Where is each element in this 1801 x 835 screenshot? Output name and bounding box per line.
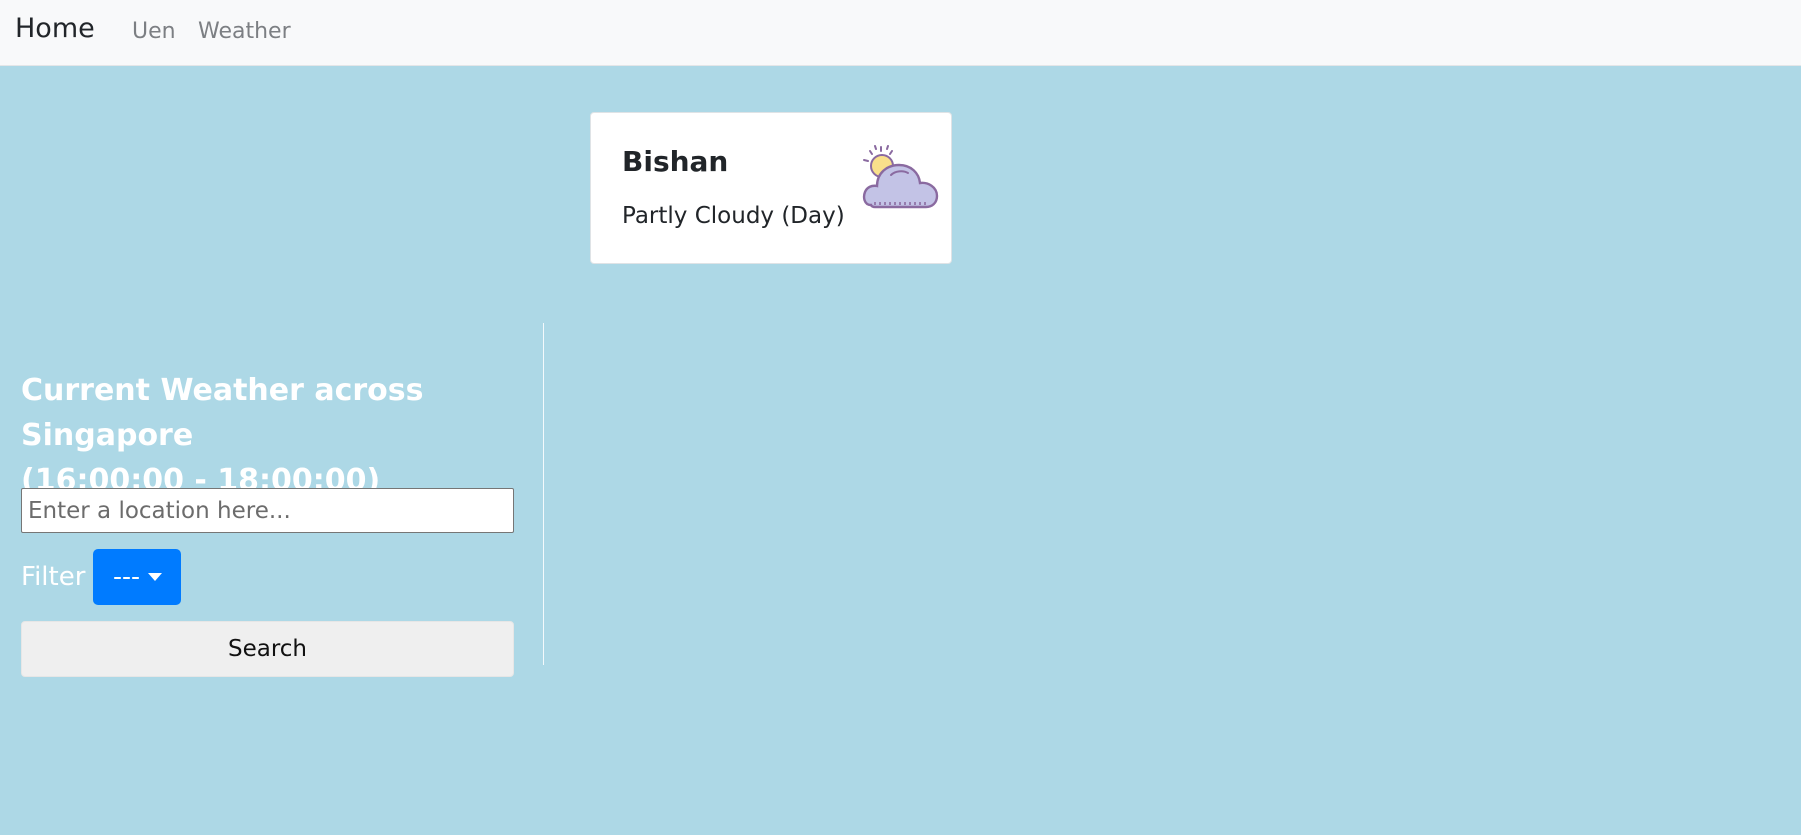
weather-card: Bishan Partly Cloudy (Day) [590,112,952,264]
partly-cloudy-day-icon [862,145,939,209]
card-location-title: Bishan [622,145,729,178]
navbar: Home Uen Weather [0,0,1801,66]
nav-link-weather[interactable]: Weather [198,19,291,44]
heading-title: Current Weather across Singapore [21,373,424,453]
page-heading: Current Weather across Singapore (16:00:… [21,368,541,503]
filter-selected-value: --- [113,562,141,591]
caret-down-icon [148,573,162,581]
location-search-input[interactable] [21,488,514,533]
search-button[interactable]: Search [21,621,514,677]
nav-link-uen[interactable]: Uen [132,19,176,44]
filter-label: Filter : [21,562,103,592]
card-forecast-text: Partly Cloudy (Day) [622,203,845,229]
filter-dropdown-button[interactable]: --- [93,549,181,605]
nav-home-link[interactable]: Home [15,13,95,44]
vertical-divider [543,323,544,665]
